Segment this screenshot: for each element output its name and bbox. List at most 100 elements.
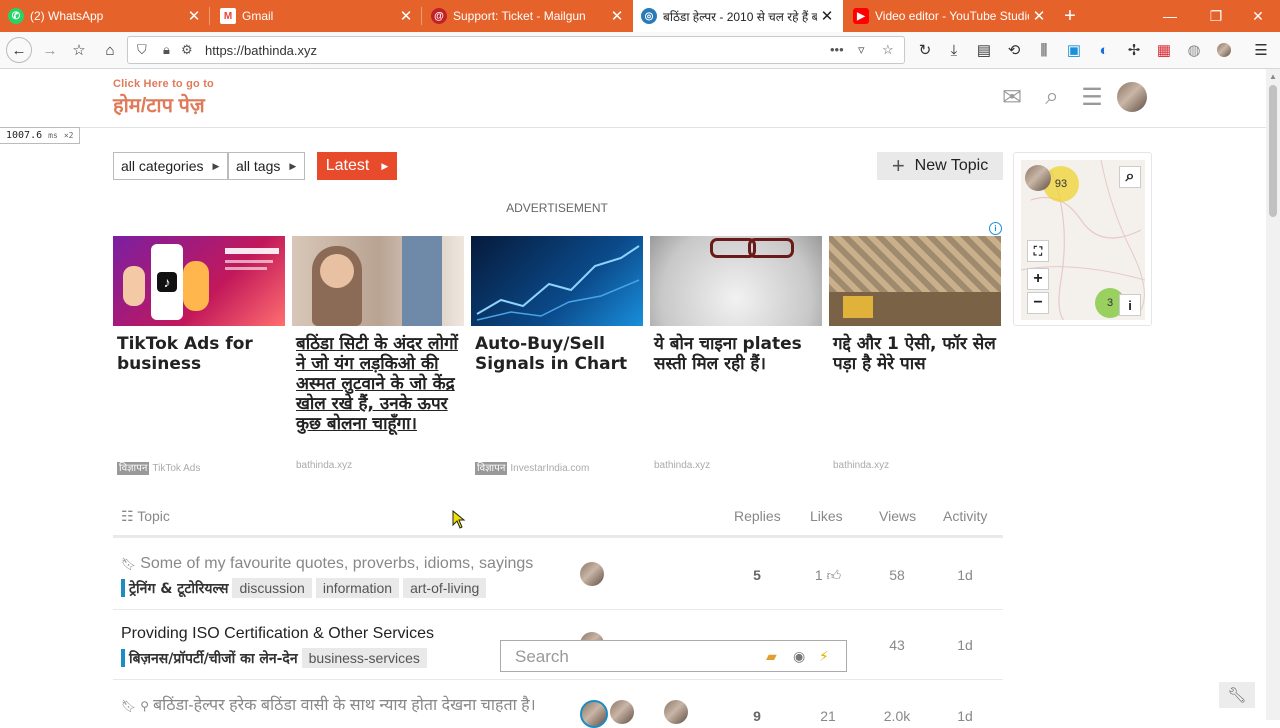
ad-info-icon[interactable]: i bbox=[989, 222, 1002, 235]
close-tab-icon[interactable]: ✕ bbox=[184, 7, 204, 25]
poster-avatar[interactable] bbox=[580, 562, 604, 586]
ad-title[interactable]: गद्दे और 1 ऐसी, फॉर सेल पड़ा है मेरे पास bbox=[833, 334, 1001, 374]
youtube-icon: ▶ bbox=[853, 8, 869, 24]
target-icon[interactable]: ◉ bbox=[793, 648, 805, 665]
scrollbar-thumb[interactable] bbox=[1269, 85, 1277, 217]
page-scrollbar[interactable]: ▲ bbox=[1266, 69, 1280, 720]
zoom-out-button[interactable]: − bbox=[1027, 292, 1049, 314]
extension-icon[interactable]: ✢ bbox=[1121, 37, 1147, 63]
tag[interactable]: art-of-living bbox=[403, 578, 487, 598]
poster-avatar[interactable] bbox=[610, 700, 634, 724]
tab-mailgun[interactable]: @ Support: Ticket - Mailgun ✕ bbox=[423, 0, 633, 32]
address-bar[interactable]: ⛉ 🔒︎ ⚙ https://bathinda.xyz ••• ▿ ☆ bbox=[127, 36, 905, 64]
poster-avatar[interactable] bbox=[664, 700, 688, 724]
wrench-icon[interactable]: 🔧︎ bbox=[1219, 682, 1255, 708]
replies-column-header[interactable]: Replies bbox=[734, 508, 781, 524]
forward-button[interactable]: → bbox=[37, 37, 63, 63]
fullscreen-icon[interactable]: ⛶ bbox=[1027, 240, 1049, 262]
back-button[interactable]: ← bbox=[6, 37, 32, 63]
reader-view-icon[interactable]: ▤ bbox=[971, 37, 997, 63]
hashtag-ext-icon[interactable]: ▰ bbox=[766, 648, 777, 665]
mail-icon[interactable]: ✉ bbox=[997, 83, 1027, 111]
ad-title[interactable]: ये बोन चाइना plates सस्ती मिल रही हैं। bbox=[654, 334, 822, 374]
close-window-button[interactable]: ✕ bbox=[1236, 0, 1280, 32]
permissions-icon[interactable]: ⚙ bbox=[181, 42, 193, 58]
zoom-in-button[interactable]: + bbox=[1027, 268, 1049, 290]
user-avatar[interactable] bbox=[1117, 82, 1147, 112]
topic-title[interactable]: Providing ISO Certification & Other Serv… bbox=[121, 625, 434, 643]
page-action-icon[interactable]: ☆ bbox=[66, 37, 92, 63]
activity-time[interactable]: 1d bbox=[940, 637, 990, 653]
close-tab-icon[interactable]: ✕ bbox=[817, 7, 837, 25]
latest-button[interactable]: Latest ▶ bbox=[317, 152, 397, 180]
new-tab-button[interactable]: + bbox=[1058, 0, 1082, 32]
edge-extension-icon[interactable]: ◐ bbox=[1091, 37, 1117, 63]
tag[interactable]: discussion bbox=[232, 578, 312, 598]
reload-button[interactable]: ↻ bbox=[912, 37, 938, 63]
close-tab-icon[interactable]: ✕ bbox=[1029, 7, 1049, 25]
ad-card[interactable]: बठिंडा सिटी के अंदर लोगों ने जो यंग लड़क… bbox=[292, 236, 464, 476]
ad-card[interactable]: गद्दे और 1 ऐसी, फॉर सेल पड़ा है मेरे पास… bbox=[829, 236, 1001, 476]
shield-icon[interactable]: ⛉ bbox=[137, 42, 147, 58]
tag[interactable]: business-services bbox=[301, 648, 427, 668]
menu-icon[interactable]: ☰ bbox=[1248, 37, 1274, 63]
history-icon[interactable]: ⟲ bbox=[1001, 37, 1027, 63]
tag[interactable]: information bbox=[315, 578, 400, 598]
downloads-icon[interactable]: ⤓ bbox=[941, 37, 967, 63]
activity-time[interactable]: 1d bbox=[940, 708, 990, 724]
library-icon[interactable]: ⫼ bbox=[1031, 37, 1057, 63]
ad-title[interactable]: बठिंडा सिटी के अंदर लोगों ने जो यंग लड़क… bbox=[296, 334, 464, 434]
page-actions-icon[interactable]: ••• bbox=[830, 42, 844, 57]
close-tab-icon[interactable]: ✕ bbox=[607, 7, 627, 25]
ad-image bbox=[829, 236, 1001, 326]
ad-title[interactable]: Auto-Buy/Sell Signals in Chart bbox=[475, 334, 643, 374]
map-info-icon[interactable]: i bbox=[1119, 294, 1141, 316]
topic-title[interactable]: 🔖︎ Some of my favourite quotes, proverbs,… bbox=[121, 555, 533, 573]
account-avatar-icon[interactable] bbox=[1211, 37, 1237, 63]
lightning-icon[interactable]: ⚡︎ bbox=[819, 648, 829, 665]
globe-icon[interactable]: ◍ bbox=[1181, 37, 1207, 63]
map-canvas[interactable]: 93 3 ⌕ ⛶ + − i bbox=[1021, 160, 1145, 320]
hamburger-menu-icon[interactable]: ☰ bbox=[1077, 83, 1107, 111]
bookmark-star-icon[interactable]: ☆ bbox=[882, 42, 894, 58]
scroll-up-icon[interactable]: ▲ bbox=[1269, 72, 1277, 81]
save-icon[interactable]: ▣ bbox=[1061, 37, 1087, 63]
search-icon[interactable]: ⌕ bbox=[1037, 83, 1067, 111]
tab-youtube-studio[interactable]: ▶ Video editor - YouTube Studio ✕ bbox=[845, 0, 1055, 32]
restore-button[interactable]: ❐ bbox=[1194, 0, 1238, 32]
table-row[interactable]: 🔖︎ Some of my favourite quotes, proverbs,… bbox=[113, 540, 1003, 610]
search-input[interactable] bbox=[513, 646, 757, 668]
tab-gmail[interactable]: M Gmail ✕ bbox=[212, 0, 422, 32]
home-button[interactable]: ⌂ bbox=[97, 37, 123, 63]
ad-card[interactable]: Auto-Buy/Sell Signals in Chart विज्ञापन I… bbox=[471, 236, 643, 476]
ad-card[interactable]: ♪ TikTok Ads for business विज्ञापन TikTok… bbox=[113, 236, 285, 476]
tab-whatsapp[interactable]: ✆ (2) WhatsApp ✕ bbox=[0, 0, 210, 32]
map-search-icon[interactable]: ⌕ bbox=[1119, 166, 1141, 188]
url-text[interactable]: https://bathinda.xyz bbox=[205, 43, 317, 58]
tags-dropdown[interactable]: all tags ▶ bbox=[228, 152, 306, 180]
activity-column-header[interactable]: Activity bbox=[943, 508, 987, 524]
bookmark-icon: 🔖︎ bbox=[121, 699, 137, 713]
table-row[interactable]: 🔖︎ ⚲ बठिंडा-हेल्पर हरेक बठिंडा वासी के साथ… bbox=[113, 680, 1003, 728]
ext-badge-icon[interactable]: ▦ bbox=[1151, 37, 1177, 63]
topic-title[interactable]: 🔖︎ ⚲ बठिंडा-हेल्पर हरेक बठिंडा वासी के साथ… bbox=[121, 693, 536, 715]
ad-title[interactable]: TikTok Ads for business bbox=[117, 334, 285, 374]
logo-home-link[interactable]: होम/टाप पेज़ bbox=[113, 91, 205, 118]
lock-icon[interactable]: 🔒︎ bbox=[163, 42, 170, 58]
close-tab-icon[interactable]: ✕ bbox=[396, 7, 416, 25]
views-column-header[interactable]: Views bbox=[879, 508, 916, 524]
topic-category[interactable]: बिज़नस/प्रॉपर्टी/चीजों का लेन-देन busine… bbox=[121, 648, 427, 668]
poster-avatar[interactable] bbox=[580, 700, 608, 728]
tab-bathinda-helper[interactable]: ◎ बठिंडा हेल्पर - 2010 से चल रहे हैं बठि… bbox=[633, 0, 843, 32]
topic-category[interactable]: ट्रेनिंग & टूटोरियल्स discussion informa… bbox=[121, 578, 487, 598]
minimize-button[interactable]: — bbox=[1148, 0, 1192, 32]
logo-caption[interactable]: Click Here to go to bbox=[113, 78, 214, 90]
new-topic-button[interactable]: + New Topic bbox=[877, 152, 1003, 180]
likes-column-header[interactable]: Likes bbox=[810, 508, 843, 524]
ad-card[interactable]: ये बोन चाइना plates सस्ती मिल रही हैं। b… bbox=[650, 236, 822, 476]
topic-column-header[interactable]: ☷ Topic bbox=[121, 508, 170, 525]
activity-time[interactable]: 1d bbox=[940, 567, 990, 583]
map-user-avatar[interactable] bbox=[1025, 165, 1051, 191]
pocket-icon[interactable]: ▿ bbox=[858, 42, 865, 58]
categories-dropdown[interactable]: all categories ▶ bbox=[113, 152, 229, 180]
